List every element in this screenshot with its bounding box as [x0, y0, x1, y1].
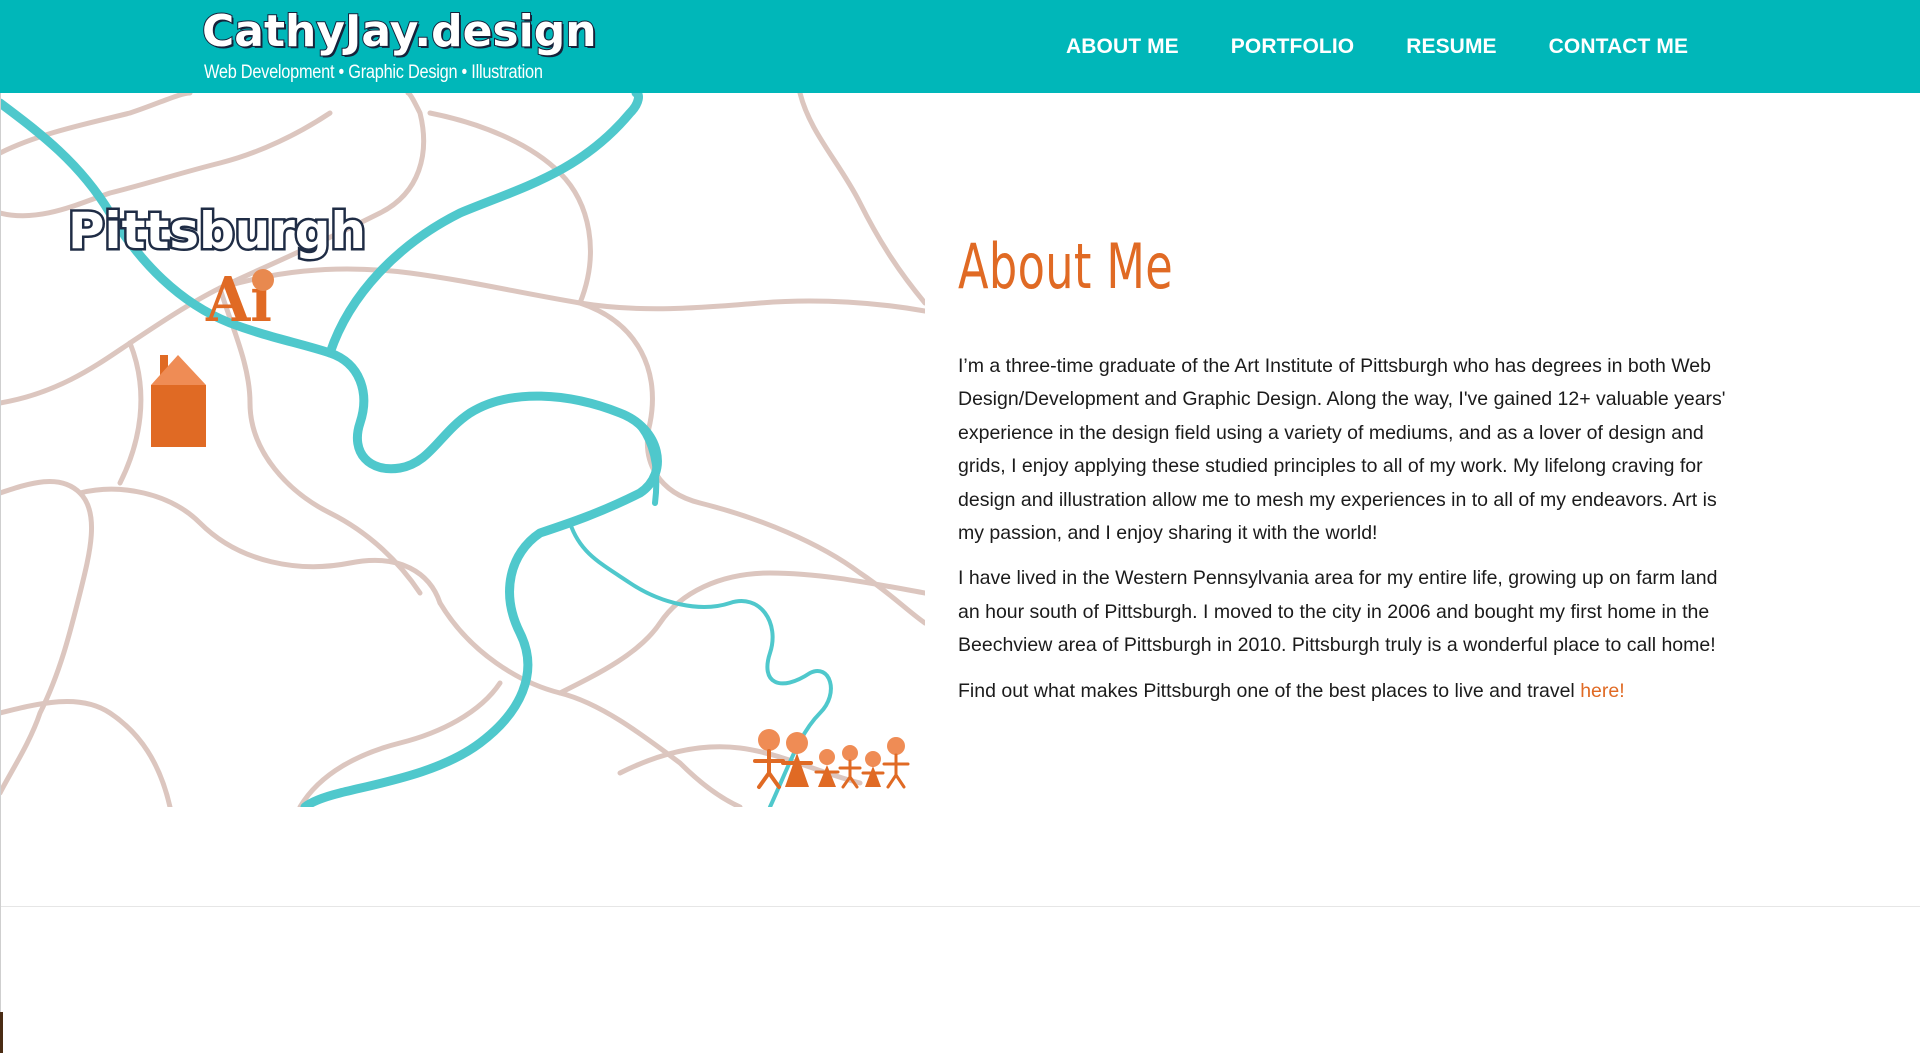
pittsburgh-here-link[interactable]: here!: [1580, 680, 1624, 702]
left-edge-border: [0, 93, 1, 1053]
about-body: I’m a three-time graduate of the Art Ins…: [958, 350, 1738, 708]
about-heading: About Me: [958, 230, 1174, 303]
logo-link[interactable]: CathyJay.design Web Development • Graphi…: [201, 5, 598, 88]
nav-portfolio[interactable]: PORTFOLIO: [1205, 35, 1380, 59]
nav-about-me[interactable]: ABOUT ME: [1040, 35, 1205, 59]
about-paragraph-2: I have lived in the Western Pennsylvania…: [958, 567, 1718, 657]
main-nav: ABOUT ME PORTFOLIO RESUME CONTACT ME: [1040, 0, 1714, 93]
ai-dot: [252, 269, 274, 291]
closing-text: Find out what makes Pittsburgh one of th…: [958, 679, 1581, 702]
about-paragraph-3: Find out what makes Pittsburgh one of th…: [958, 675, 1738, 708]
site-header: CathyJay.design Web Development • Graphi…: [0, 0, 1920, 93]
about-paragraph-1: I’m a three-time graduate of the Art Ins…: [958, 355, 1726, 545]
house-icon: [151, 355, 206, 447]
page: CathyJay.design Web Development • Graphi…: [0, 0, 1920, 1053]
roads: [0, 93, 925, 807]
nav-contact-me[interactable]: CONTACT ME: [1523, 35, 1714, 59]
pittsburgh-map-illustration: Pittsburgh Ai: [0, 93, 925, 807]
footer-divider: [0, 906, 1920, 907]
corner-mark: [0, 1012, 3, 1053]
logo-title: CathyJay.design: [201, 5, 598, 58]
rivers: [0, 93, 833, 807]
nav-resume[interactable]: RESUME: [1380, 35, 1522, 59]
about-section: About Me I’m a three-time graduate of th…: [958, 222, 1738, 720]
pittsburgh-label: Pittsburgh: [68, 202, 366, 260]
logo-tagline: Web Development • Graphic Design • Illus…: [204, 62, 543, 83]
